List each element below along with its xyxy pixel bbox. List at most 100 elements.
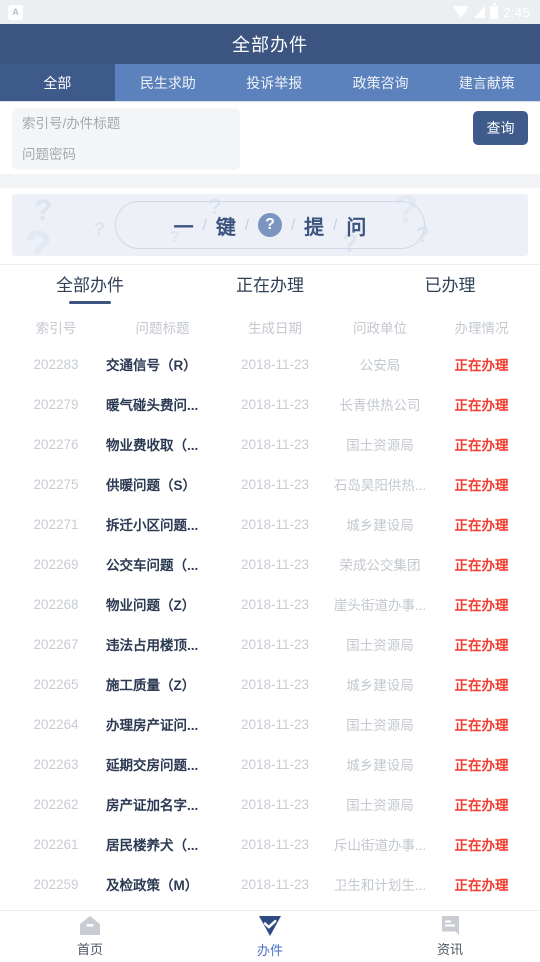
one-click-ask-banner[interactable]: ? ? ? ? ? ? ? ? 一 / 键 / ? / 提 / 问 <box>12 194 528 256</box>
table-header-row: 索引号 问题标题 生成日期 问政单位 办理情况 <box>0 310 540 344</box>
cell-title: 居民楼养犬（... <box>106 838 199 853</box>
cell-title: 延期交房问题... <box>106 758 199 773</box>
subtab-all-cases[interactable]: 全部办件 <box>0 265 180 310</box>
active-indicator <box>69 301 111 304</box>
tab-policy[interactable]: 政策咨询 <box>327 64 433 101</box>
cell-index: 202262 <box>33 796 79 812</box>
banner-separator: / <box>244 216 249 234</box>
nav-news-label: 资讯 <box>436 942 463 957</box>
status-bar: A 2:45 <box>0 0 540 24</box>
one-click-ask-pill[interactable]: 一 / 键 / ? / 提 / 问 <box>115 201 425 249</box>
subtab-completed-label: 已办理 <box>424 276 476 295</box>
tab-livelihood[interactable]: 民生求助 <box>115 64 221 101</box>
subtab-in-progress-label: 正在办理 <box>236 276 304 295</box>
cell-title: 办理房产证问... <box>106 718 199 733</box>
nav-news[interactable]: 资讯 <box>360 911 540 962</box>
table-row[interactable]: 202265 施工质量（Z） 2018-11-23 城乡建设局 正在办理 <box>0 664 540 704</box>
bottom-navigation: 首页 办件 资讯 <box>0 910 540 962</box>
home-icon <box>79 915 101 936</box>
table-row[interactable]: 202268 物业问题（Z） 2018-11-23 崖头街道办事... 正在办理 <box>0 584 540 624</box>
battery-icon <box>490 3 499 19</box>
table-row[interactable]: 202261 居民楼养犬（... 2018-11-23 斥山街道办事... 正在办理 <box>0 824 540 864</box>
wifi-icon <box>453 6 470 18</box>
cell-unit: 斥山街道办事... <box>333 838 427 853</box>
tab-all[interactable]: 全部 <box>0 64 115 101</box>
cell-status: 正在办理 <box>454 638 509 653</box>
cell-date: 2018-11-23 <box>240 676 310 692</box>
cell-status: 正在办理 <box>454 438 509 453</box>
search-index-input[interactable] <box>12 108 240 139</box>
status-bar-left: A <box>8 4 23 20</box>
cell-date: 2018-11-23 <box>240 396 310 412</box>
table-row[interactable]: 202269 公交车问题（... 2018-11-23 荣成公交集团 正在办理 <box>0 544 540 584</box>
cell-status: 正在办理 <box>454 558 509 573</box>
table-row[interactable]: 202283 交通信号（R） 2018-11-23 公安局 正在办理 <box>0 344 540 384</box>
search-fields <box>12 108 240 170</box>
app-badge-icon: A <box>8 4 23 20</box>
cell-index: 202263 <box>33 756 79 772</box>
cell-status: 正在办理 <box>454 838 509 853</box>
cell-status: 正在办理 <box>454 478 509 493</box>
cell-unit: 长青供热公司 <box>339 398 421 413</box>
table-row[interactable]: 202276 物业费收取（... 2018-11-23 国土资源局 正在办理 <box>0 424 540 464</box>
cell-index: 202276 <box>33 436 79 452</box>
table-row[interactable]: 202259 及检政策（M） 2018-11-23 卫生和计划生... 正在办理 <box>0 864 540 904</box>
app-root: A 2:45 全部办件 全部 民生求助 投诉举报 政策咨询 建言献策 查询 ? … <box>0 0 540 962</box>
nav-home[interactable]: 首页 <box>0 911 180 962</box>
cell-date: 2018-11-23 <box>240 436 310 452</box>
cell-unit: 国土资源局 <box>346 638 414 653</box>
cell-date: 2018-11-23 <box>240 836 310 852</box>
cell-index: 202279 <box>33 396 79 412</box>
cell-status: 正在办理 <box>454 758 509 773</box>
table-row[interactable]: 202262 房产证加名字... 2018-11-23 国土资源局 正在办理 <box>0 784 540 824</box>
cell-index: 202283 <box>33 356 79 372</box>
cell-status: 正在办理 <box>454 598 509 613</box>
subtab-in-progress[interactable]: 正在办理 <box>180 265 360 310</box>
category-tab-bar: 全部 民生求助 投诉举报 政策咨询 建言献策 <box>0 64 540 102</box>
cell-date: 2018-11-23 <box>240 596 310 612</box>
status-clock: 2:45 <box>503 4 530 20</box>
table-row[interactable]: 202264 办理房产证问... 2018-11-23 国土资源局 正在办理 <box>0 704 540 744</box>
cell-title: 物业费收取（... <box>106 438 199 453</box>
cell-title: 供暖问题（S） <box>106 478 197 493</box>
table-row[interactable]: 202279 暖气碰头费问... 2018-11-23 长青供热公司 正在办理 <box>0 384 540 424</box>
table-row[interactable]: 202275 供暖问题（S） 2018-11-23 石岛昊阳供热... 正在办理 <box>0 464 540 504</box>
subtab-completed[interactable]: 已办理 <box>360 265 540 310</box>
cell-unit: 国土资源局 <box>346 438 414 453</box>
cell-unit: 卫生和计划生... <box>333 878 427 893</box>
cell-title: 及检政策（M） <box>106 878 199 893</box>
cell-title: 物业问题（Z） <box>106 598 196 613</box>
table-row[interactable]: 202271 拆迁小区问题... 2018-11-23 城乡建设局 正在办理 <box>0 504 540 544</box>
signal-icon <box>474 6 486 18</box>
cell-date: 2018-11-23 <box>240 876 310 892</box>
watermark-question-icon: ? <box>24 221 53 256</box>
cell-status: 正在办理 <box>454 358 509 373</box>
cell-title: 房产证加名字... <box>106 798 199 813</box>
table-row[interactable]: 202263 延期交房问题... 2018-11-23 城乡建设局 正在办理 <box>0 744 540 784</box>
table-row[interactable]: 202267 违法占用楼顶... 2018-11-23 国土资源局 正在办理 <box>0 624 540 664</box>
cell-unit: 石岛昊阳供热... <box>333 478 427 493</box>
column-header-index: 索引号 <box>35 321 77 336</box>
cell-index: 202275 <box>33 476 79 492</box>
cell-status: 正在办理 <box>454 678 509 693</box>
tab-complaint[interactable]: 投诉举报 <box>221 64 327 101</box>
cell-title: 拆迁小区问题... <box>106 518 199 533</box>
nav-home-label: 首页 <box>76 942 103 957</box>
cell-date: 2018-11-23 <box>240 556 310 572</box>
search-password-input[interactable] <box>12 139 240 170</box>
cell-index: 202259 <box>33 876 79 892</box>
banner-separator: / <box>202 216 207 234</box>
column-header-status: 办理情况 <box>454 321 509 336</box>
banner-separator: / <box>291 216 296 234</box>
column-header-date: 生成日期 <box>248 321 302 336</box>
diamond-check-icon <box>258 915 282 937</box>
cell-title: 施工质量（Z） <box>106 678 196 693</box>
cell-index: 202267 <box>33 636 79 652</box>
cell-unit: 城乡建设局 <box>346 758 414 773</box>
query-button[interactable]: 查询 <box>473 111 528 145</box>
cell-title: 违法占用楼顶... <box>106 638 199 653</box>
nav-cases[interactable]: 办件 <box>180 911 360 962</box>
tab-suggestion[interactable]: 建言献策 <box>434 64 540 101</box>
cell-status: 正在办理 <box>454 878 509 893</box>
sub-tab-bar: 全部办件 正在办理 已办理 <box>0 264 540 310</box>
